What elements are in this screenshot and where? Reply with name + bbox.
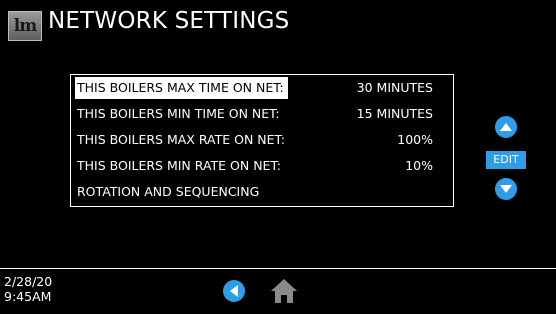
footer-divider [0,268,556,269]
scroll-up-button[interactable] [495,116,517,138]
settings-panel: THIS BOILERS MAX TIME ON NET: 30 MINUTES… [70,74,454,207]
setting-label: ROTATION AND SEQUENCING [77,184,260,199]
logo-icon: lm [13,16,37,36]
setting-row-min-rate[interactable]: THIS BOILERS MIN RATE ON NET: 10% [75,155,433,177]
scroll-down-button[interactable] [495,178,517,200]
chevron-left-icon [230,285,238,297]
page-title: NETWORK SETTINGS [48,8,290,34]
setting-value: 100% [397,132,433,147]
chevron-up-icon [500,123,512,131]
setting-row-max-time[interactable]: THIS BOILERS MAX TIME ON NET: 30 MINUTES [75,77,433,99]
setting-row-rotation[interactable]: ROTATION AND SEQUENCING [75,181,433,203]
back-button[interactable] [223,280,245,302]
chevron-down-icon [500,185,512,193]
setting-label: THIS BOILERS MAX RATE ON NET: [77,132,285,147]
setting-row-max-rate[interactable]: THIS BOILERS MAX RATE ON NET: 100% [75,129,433,151]
setting-row-min-time[interactable]: THIS BOILERS MIN TIME ON NET: 15 MINUTES [75,103,433,125]
date-text: 2/28/20 [4,274,53,289]
setting-label: THIS BOILERS MIN RATE ON NET: [77,158,281,173]
setting-label: THIS BOILERS MAX TIME ON NET: [75,77,288,99]
setting-value: 30 MINUTES [356,80,433,95]
setting-value: 15 MINUTES [356,106,433,121]
time-text: 9:45AM [4,289,52,304]
setting-value: 10% [405,158,433,173]
setting-label: THIS BOILERS MIN TIME ON NET: [77,106,280,121]
home-button[interactable] [270,278,298,304]
brand-logo: lm [8,11,42,41]
home-icon [271,279,297,303]
date-time: 2/28/20 9:45AM [4,274,52,304]
edit-button[interactable]: EDIT [486,151,526,169]
